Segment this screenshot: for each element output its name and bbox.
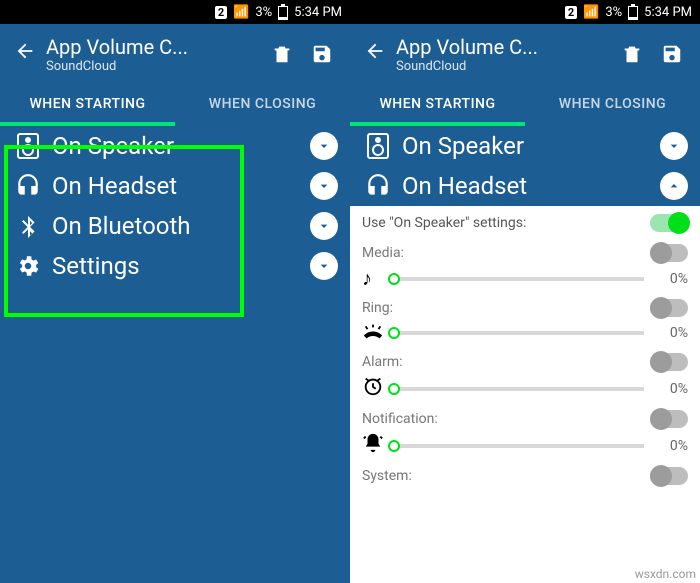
sim-indicator-icon: 2 (565, 6, 577, 19)
title-block: App Volume C... SoundCloud (396, 35, 612, 74)
tab-when-closing[interactable]: WHEN CLOSING (525, 84, 700, 126)
system-section: System: (362, 463, 688, 489)
expand-icon[interactable] (310, 252, 338, 280)
title-block: App Volume C... SoundCloud (46, 35, 262, 74)
option-bluetooth[interactable]: On Bluetooth (0, 206, 350, 246)
battery-text: 3% (605, 5, 622, 20)
headset-icon (12, 173, 44, 199)
media-pct: 0% (652, 271, 688, 287)
expand-icon[interactable] (310, 172, 338, 200)
clock-text: 5:34 PM (644, 5, 692, 20)
option-label: On Speaker (52, 132, 310, 160)
watermark: wsxdn.com (635, 567, 696, 581)
option-headset[interactable]: On Headset (0, 166, 350, 206)
app-title: App Volume C... (46, 35, 262, 59)
option-speaker[interactable]: On Speaker (350, 126, 700, 166)
expand-icon[interactable] (310, 212, 338, 240)
option-label: On Headset (52, 172, 310, 200)
system-toggle[interactable] (650, 467, 688, 485)
back-button[interactable] (8, 40, 42, 68)
signal-icon: 📶 (233, 5, 249, 20)
status-bar: 2 📶 3% 5:34 PM (350, 0, 700, 24)
sim-indicator-icon: 2 (215, 6, 227, 19)
section-label: Notification: (362, 411, 642, 427)
alarm-slider[interactable] (394, 387, 644, 391)
option-speaker[interactable]: On Speaker (0, 126, 350, 166)
save-button[interactable] (302, 34, 342, 74)
notification-section: Notification: 0% (362, 406, 688, 459)
ring-section: Ring: 0% (362, 295, 688, 345)
headset-icon (362, 173, 394, 199)
section-label: System: (362, 468, 642, 484)
tab-when-starting[interactable]: WHEN STARTING (0, 84, 175, 126)
alarm-icon (362, 375, 386, 402)
battery-icon (628, 4, 638, 20)
notification-pct: 0% (652, 438, 688, 454)
use-speaker-label: Use "On Speaker" settings: (362, 215, 642, 231)
media-toggle[interactable] (650, 244, 688, 262)
section-label: Alarm: (362, 354, 642, 370)
bell-icon (362, 432, 386, 459)
action-bar: App Volume C... SoundCloud (0, 24, 350, 84)
alarm-section: Alarm: 0% (362, 349, 688, 402)
options-list: On Speaker On Headset On Bluetooth Setti… (0, 126, 350, 583)
left-pane: 2 📶 3% 5:34 PM App Volume C... SoundClou… (0, 0, 350, 583)
section-label: Media: (362, 245, 642, 261)
option-label: On Speaker (402, 132, 660, 160)
option-label: Settings (52, 252, 310, 280)
battery-icon (278, 4, 288, 20)
tab-when-closing[interactable]: WHEN CLOSING (175, 84, 350, 126)
gear-icon (12, 253, 44, 279)
collapse-icon[interactable] (660, 172, 688, 200)
status-bar: 2 📶 3% 5:34 PM (0, 0, 350, 24)
media-section: Media: ♪ 0% (362, 240, 688, 291)
battery-text: 3% (255, 5, 272, 20)
section-label: Ring: (362, 300, 642, 316)
note-icon: ♪ (362, 266, 386, 291)
notification-slider[interactable] (394, 444, 644, 448)
signal-icon: 📶 (583, 5, 599, 20)
right-pane: 2 📶 3% 5:34 PM App Volume C... SoundClou… (350, 0, 700, 583)
delete-button[interactable] (262, 34, 302, 74)
alarm-pct: 0% (652, 381, 688, 397)
option-label: On Bluetooth (52, 212, 310, 240)
app-title: App Volume C... (396, 35, 612, 59)
save-button[interactable] (652, 34, 692, 74)
expand-icon[interactable] (310, 132, 338, 160)
media-slider[interactable] (394, 277, 644, 281)
ring-slider[interactable] (394, 331, 644, 335)
clock-text: 5:34 PM (294, 5, 342, 20)
speaker-icon (362, 132, 394, 160)
app-subtitle: SoundCloud (396, 59, 612, 74)
option-label: On Headset (402, 172, 660, 200)
ring-pct: 0% (652, 325, 688, 341)
alarm-toggle[interactable] (650, 353, 688, 371)
app-subtitle: SoundCloud (46, 59, 262, 74)
option-headset[interactable]: On Headset (350, 166, 700, 206)
speaker-icon (12, 132, 44, 160)
notification-toggle[interactable] (650, 410, 688, 428)
tab-when-starting[interactable]: WHEN STARTING (350, 84, 525, 126)
bluetooth-icon (12, 212, 44, 240)
action-bar: App Volume C... SoundCloud (350, 24, 700, 84)
options-list: On Speaker On Headset (350, 126, 700, 206)
use-speaker-toggle[interactable] (650, 214, 688, 232)
headset-settings-panel: Use "On Speaker" settings: Media: ♪ 0% R… (350, 206, 700, 583)
back-button[interactable] (358, 40, 392, 68)
ring-icon (362, 321, 386, 345)
expand-icon[interactable] (660, 132, 688, 160)
use-speaker-row: Use "On Speaker" settings: (362, 210, 688, 236)
tab-bar: WHEN STARTING WHEN CLOSING (350, 84, 700, 126)
option-settings[interactable]: Settings (0, 246, 350, 286)
ring-toggle[interactable] (650, 299, 688, 317)
delete-button[interactable] (612, 34, 652, 74)
tab-bar: WHEN STARTING WHEN CLOSING (0, 84, 350, 126)
